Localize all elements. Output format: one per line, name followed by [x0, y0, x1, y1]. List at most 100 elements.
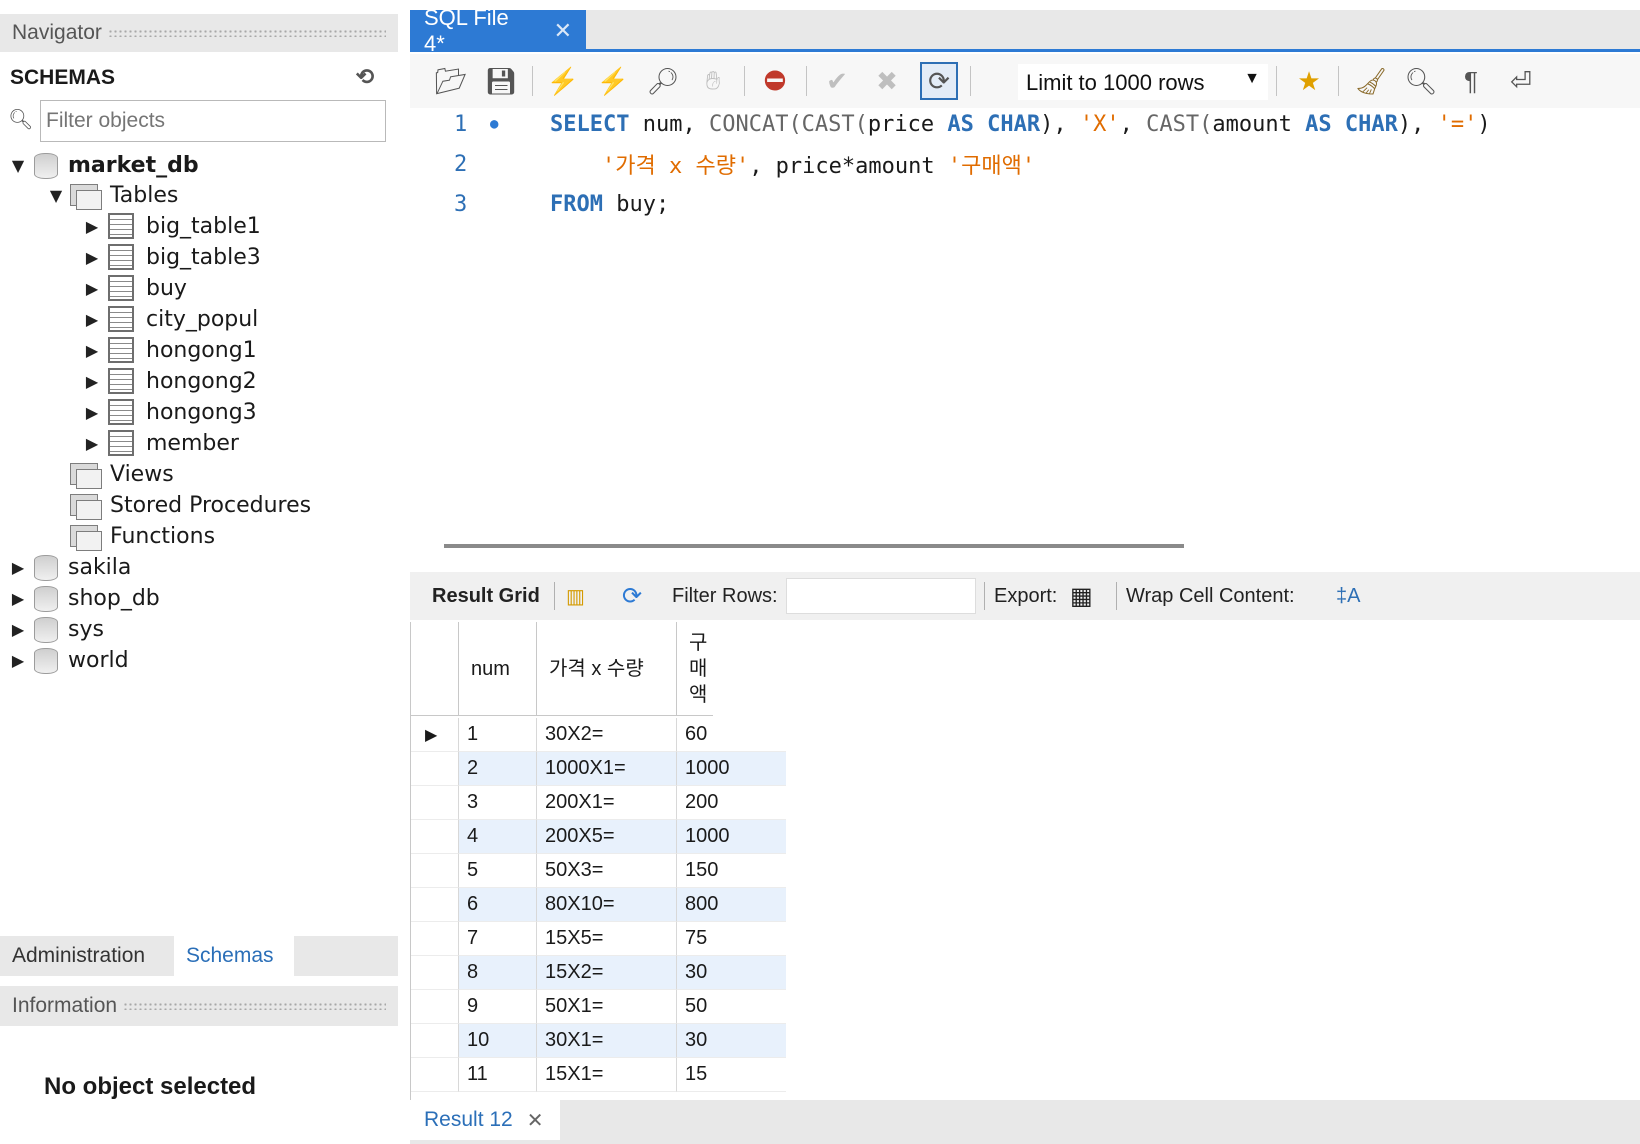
table-cell[interactable]: 3 — [459, 786, 537, 820]
tree-item-views[interactable]: Views — [66, 459, 174, 489]
tree-item-hongong2[interactable]: ▶ hongong2 — [82, 366, 257, 396]
column-header-num[interactable]: num — [459, 622, 537, 716]
expand-arrow-icon[interactable]: ▶ — [8, 589, 28, 608]
horizontal-scrollbar[interactable] — [444, 544, 1184, 548]
row-selector[interactable] — [411, 820, 459, 854]
table-cell[interactable]: 30X1= — [537, 1024, 677, 1058]
row-selector[interactable] — [411, 922, 459, 956]
expand-arrow-icon[interactable]: ▶ — [82, 217, 102, 236]
tree-item-big-table1[interactable]: ▶ big_table1 — [82, 211, 261, 241]
expand-arrow-icon[interactable]: ▶ — [82, 341, 102, 360]
expand-arrow-icon[interactable]: ▼ — [8, 156, 28, 175]
row-selector[interactable] — [411, 990, 459, 1024]
table-cell[interactable]: 9 — [459, 990, 537, 1024]
table-cell[interactable]: 200X1= — [537, 786, 677, 820]
wrap-cell-icon[interactable]: ‡A — [1336, 580, 1360, 612]
save-icon[interactable]: 💾︎ — [482, 62, 520, 100]
expand-arrow-icon[interactable]: ▶ — [82, 434, 102, 453]
table-row[interactable]: 11 15X1= 15 — [411, 1058, 786, 1092]
row-selector[interactable] — [411, 854, 459, 888]
limit-rows-select[interactable]: Limit to 1000 rows ▼ — [1018, 64, 1268, 100]
refresh-results-icon[interactable]: ⟳ — [622, 580, 642, 612]
row-selector[interactable] — [411, 1058, 459, 1092]
table-cell[interactable]: 75 — [677, 922, 786, 956]
table-cell[interactable]: 30 — [677, 1024, 786, 1058]
tree-item-market-db[interactable]: ▼ market_db — [8, 150, 199, 180]
find-icon[interactable]: 🔍︎ — [1402, 62, 1440, 100]
close-icon[interactable]: ✕ — [527, 1108, 544, 1133]
toggle-error-icon[interactable]: ⛔︎ — [756, 62, 794, 100]
table-row[interactable]: 8 15X2= 30 — [411, 956, 786, 990]
tab-sql-file[interactable]: SQL File 4* ✕ — [410, 5, 586, 56]
sql-editor[interactable]: 1 ● SELECT num, CONCAT(CAST(price AS CHA… — [410, 108, 1640, 530]
expand-arrow-icon[interactable]: ▶ — [82, 372, 102, 391]
table-row[interactable]: 5 50X3= 150 — [411, 854, 786, 888]
table-cell[interactable]: 15X2= — [537, 956, 677, 990]
tab-result[interactable]: Result 12 ✕ — [410, 1100, 560, 1140]
column-header-price-qty[interactable]: 가격 x 수량 — [537, 622, 677, 716]
table-cell[interactable]: 1 — [459, 718, 537, 752]
table-cell[interactable]: 1000X1= — [537, 752, 677, 786]
table-cell[interactable]: 800 — [677, 888, 786, 922]
expand-arrow-icon[interactable]: ▶ — [82, 279, 102, 298]
table-cell[interactable]: 1000 — [677, 820, 786, 854]
table-row[interactable]: 3 200X1= 200 — [411, 786, 786, 820]
table-row[interactable]: 2 1000X1= 1000 — [411, 752, 786, 786]
tree-item-member[interactable]: ▶ member — [82, 428, 239, 458]
tree-item-shop-db[interactable]: ▶ shop_db — [8, 583, 160, 613]
table-cell[interactable]: 4 — [459, 820, 537, 854]
table-cell[interactable]: 15X5= — [537, 922, 677, 956]
tree-item-functions[interactable]: Functions — [66, 521, 215, 551]
expand-arrow-icon[interactable]: ▶ — [8, 558, 28, 577]
table-row[interactable]: 6 80X10= 800 — [411, 888, 786, 922]
table-cell[interactable]: 200 — [677, 786, 786, 820]
tree-item-buy[interactable]: ▶ buy — [82, 273, 187, 303]
tree-item-stored-procedures[interactable]: Stored Procedures — [66, 490, 311, 520]
row-selector[interactable] — [411, 752, 459, 786]
table-cell[interactable]: 11 — [459, 1058, 537, 1092]
table-cell[interactable]: 30 — [677, 956, 786, 990]
table-cell[interactable]: 50X1= — [537, 990, 677, 1024]
table-row[interactable]: 4 200X5= 1000 — [411, 820, 786, 854]
table-cell[interactable]: 15 — [677, 1058, 786, 1092]
tree-item-city-popul[interactable]: ▶ city_popul — [82, 304, 258, 334]
execute-current-icon[interactable]: ⚡ — [594, 62, 632, 100]
export-icon[interactable]: ▦ — [1070, 580, 1093, 612]
tab-administration[interactable]: Administration — [0, 936, 174, 976]
open-folder-icon[interactable]: 📂︎ — [432, 62, 470, 100]
expand-arrow-icon[interactable]: ▶ — [8, 651, 28, 670]
table-cell[interactable]: 50X3= — [537, 854, 677, 888]
expand-arrow-icon[interactable]: ▶ — [8, 620, 28, 639]
table-cell[interactable]: 50 — [677, 990, 786, 1024]
result-grid-label[interactable]: Result Grid — [432, 580, 540, 612]
table-cell[interactable]: 6 — [459, 888, 537, 922]
table-cell[interactable]: 200X5= — [537, 820, 677, 854]
table-cell[interactable]: 80X10= — [537, 888, 677, 922]
table-cell[interactable]: 1000 — [677, 752, 786, 786]
add-snippet-star-icon[interactable]: ★ — [1290, 62, 1328, 100]
table-row[interactable]: ▶ 1 30X2= 60 — [411, 718, 786, 752]
tree-item-big-table3[interactable]: ▶ big_table3 — [82, 242, 261, 272]
grid-view-icon[interactable]: ▥ — [566, 580, 585, 612]
row-selector[interactable] — [411, 956, 459, 990]
close-icon[interactable]: ✕ — [554, 18, 572, 44]
table-row[interactable]: 7 15X5= 75 — [411, 922, 786, 956]
invisible-chars-icon[interactable]: ¶ — [1452, 62, 1490, 100]
autocommit-icon[interactable]: ⟳ — [920, 62, 958, 100]
tree-item-sys[interactable]: ▶ sys — [8, 614, 104, 644]
row-selector[interactable] — [411, 1024, 459, 1058]
expand-arrow-icon[interactable]: ▼ — [46, 186, 66, 205]
table-cell[interactable]: 10 — [459, 1024, 537, 1058]
table-cell[interactable]: 2 — [459, 752, 537, 786]
table-cell[interactable]: 7 — [459, 922, 537, 956]
expand-arrow-icon[interactable]: ▶ — [82, 310, 102, 329]
tree-item-sakila[interactable]: ▶ sakila — [8, 552, 131, 582]
word-wrap-icon[interactable]: ⏎ — [1502, 62, 1540, 100]
tab-schemas[interactable]: Schemas — [174, 936, 294, 976]
table-row[interactable]: 9 50X1= 50 — [411, 990, 786, 1024]
table-cell[interactable]: 150 — [677, 854, 786, 888]
tree-item-world[interactable]: ▶ world — [8, 645, 129, 675]
explain-icon[interactable]: 🔎︎ — [644, 62, 682, 100]
column-header-total[interactable]: 구매액 — [677, 622, 713, 716]
expand-arrow-icon[interactable]: ▶ — [82, 403, 102, 422]
